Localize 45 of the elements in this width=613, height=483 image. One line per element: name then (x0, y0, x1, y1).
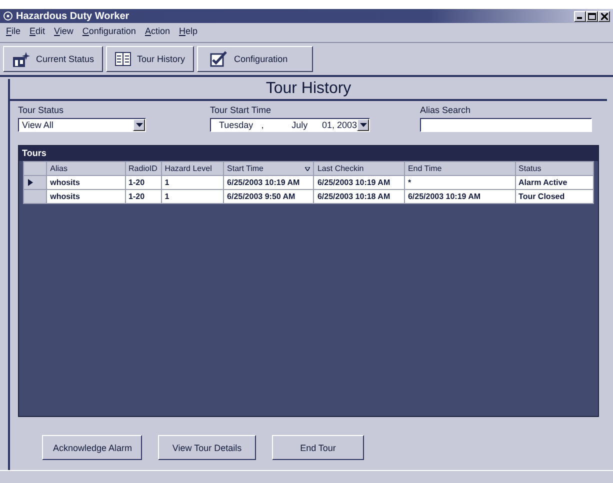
field-label: Tour Status (18, 105, 65, 115)
table-cell: 6/25/2003 10:18 AM (314, 190, 404, 204)
column-header[interactable]: End Time (404, 162, 516, 176)
window-title: Hazardous Duty Worker (16, 10, 130, 22)
menu-item[interactable]: Edit (30, 26, 46, 39)
table-cell: 6/25/2003 10:19 AM (224, 176, 314, 190)
menu-item[interactable]: File (6, 26, 21, 39)
column-header[interactable]: RadioID (125, 162, 162, 176)
table-cell: * (404, 176, 516, 190)
toolbar-button[interactable]: Tour History (106, 46, 194, 72)
date-part: July (292, 120, 309, 130)
table-cell: 1 (161, 190, 224, 204)
toolbar-button[interactable]: Configuration (197, 46, 313, 72)
table-cell: 6/25/2003 10:19 AM (314, 176, 404, 190)
menu-item[interactable]: Action (144, 26, 170, 39)
table-cell: 1-20 (125, 190, 162, 204)
toolbar-button[interactable]: Current Status (3, 46, 104, 72)
table-cell: whosits (46, 190, 126, 204)
date-picker[interactable]: Tuesday , July 01, 2003 (210, 118, 370, 132)
page-heading: Tour History (10, 79, 607, 101)
action-button[interactable]: End Tour (272, 435, 364, 460)
column-header[interactable]: Last Checkin (314, 162, 404, 176)
field-label: Tour Start Time (210, 105, 272, 115)
menu-item[interactable]: View (54, 26, 74, 39)
table-cell: whosits (46, 176, 126, 190)
table-cell: Tour Closed (515, 190, 594, 204)
date-part: , (261, 120, 265, 130)
column-header[interactable]: Alias (46, 162, 126, 176)
table-cell: 6/25/2003 10:19 AM (404, 190, 516, 204)
table-cell: 1-20 (125, 176, 162, 190)
menu-item[interactable]: Help (178, 26, 198, 39)
action-button[interactable]: Acknowledge Alarm (42, 435, 142, 460)
column-header[interactable]: Status (515, 162, 594, 176)
table-cell: Alarm Active (515, 176, 594, 190)
column-header[interactable]: Hazard Level (161, 162, 224, 176)
table-cell: 1 (161, 176, 224, 190)
column-header[interactable]: Start Time (224, 162, 314, 176)
table-cell: 6/25/2003 9:50 AM (224, 190, 314, 204)
status-dropdown[interactable]: View All (18, 118, 146, 132)
field-label: Alias Search (420, 105, 472, 115)
menu-item[interactable]: Configuration (82, 26, 136, 39)
date-part: Tuesday (219, 120, 254, 130)
grid-title: Tours (19, 146, 598, 161)
date-part: 01, 2003 (322, 120, 358, 130)
action-button[interactable]: View Tour Details (158, 435, 256, 460)
